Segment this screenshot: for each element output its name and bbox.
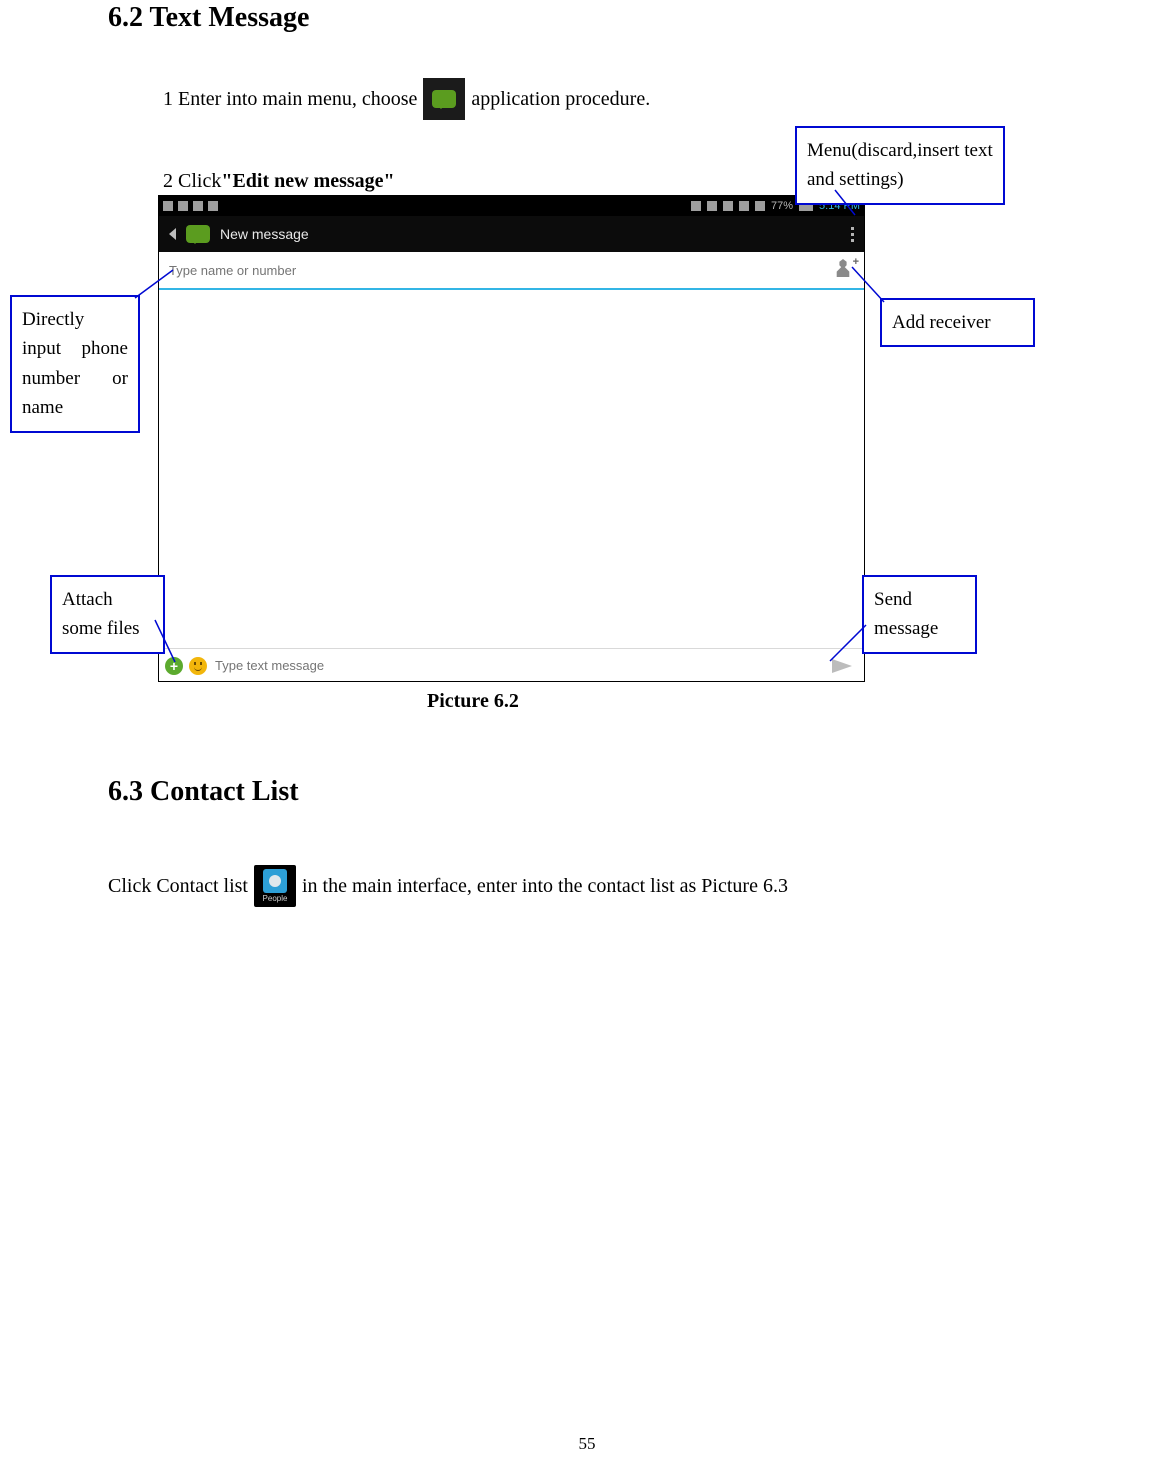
callout-direct-input: Directly input phone number or name	[10, 295, 140, 433]
step1-prefix: 1 Enter into main menu, choose	[163, 88, 417, 111]
attach-button[interactable]: +	[165, 657, 183, 675]
battery-percent: 77%	[771, 200, 793, 212]
compose-input[interactable]	[213, 657, 826, 674]
message-body-area	[159, 290, 864, 648]
add-contact-button[interactable]: +	[834, 259, 856, 281]
speech-bubble-icon	[432, 90, 456, 108]
contact-face-icon	[263, 869, 287, 893]
compose-row: +	[159, 648, 864, 682]
messaging-app-icon	[423, 78, 465, 120]
app-bar-title: New message	[220, 226, 309, 242]
section-heading-6-3: 6.3 Contact List	[108, 776, 299, 808]
step2-bold: "Edit new message"	[221, 170, 394, 192]
overflow-menu-icon[interactable]	[851, 227, 854, 242]
messaging-app-icon	[184, 220, 212, 248]
speech-bubble-icon	[186, 225, 210, 243]
step2-line: 2 Click"Edit new message"	[163, 170, 395, 193]
sync-icon	[723, 201, 733, 211]
send-button[interactable]	[832, 659, 852, 673]
emoji-button[interactable]	[189, 657, 207, 675]
callout-menu: Menu(discard,insert text and settings)	[795, 126, 1005, 205]
app-bar: New message	[159, 216, 864, 252]
callout-attach: Attach some files	[50, 575, 165, 654]
callout-send: Send message	[862, 575, 977, 654]
step3-suffix: in the main interface, enter into the co…	[302, 875, 788, 898]
bluetooth-icon	[691, 201, 701, 211]
status-icon	[178, 201, 188, 211]
step3-prefix: Click Contact list	[108, 875, 248, 898]
status-icon	[208, 201, 218, 211]
step1-line: 1 Enter into main menu, choose applicati…	[163, 78, 650, 120]
step1-suffix: application procedure.	[471, 88, 650, 111]
back-icon[interactable]	[169, 228, 176, 240]
people-app-icon: People	[254, 865, 296, 907]
people-icon-label: People	[263, 894, 288, 903]
status-icon	[163, 201, 173, 211]
screenshot-new-message: 77% 5:14 PM New message + +	[158, 195, 865, 682]
recipient-row: +	[159, 252, 864, 290]
step3-line: Click Contact list People in the main in…	[108, 865, 788, 907]
status-icon	[193, 201, 203, 211]
statusbar-left-icons	[163, 201, 218, 211]
section-heading-6-2: 6.2 Text Message	[108, 2, 309, 34]
status-bar: 77% 5:14 PM	[159, 196, 864, 216]
plus-icon: +	[853, 256, 859, 268]
sync-icon	[707, 201, 717, 211]
person-icon	[834, 259, 852, 277]
signal-icon	[739, 201, 749, 211]
signal-icon	[755, 201, 765, 211]
callout-add-receiver: Add receiver	[880, 298, 1035, 347]
page-number: 55	[0, 1434, 1174, 1454]
step2-prefix: 2 Click	[163, 170, 221, 192]
figure-caption: Picture 6.2	[427, 690, 519, 713]
recipient-input[interactable]	[167, 262, 722, 279]
